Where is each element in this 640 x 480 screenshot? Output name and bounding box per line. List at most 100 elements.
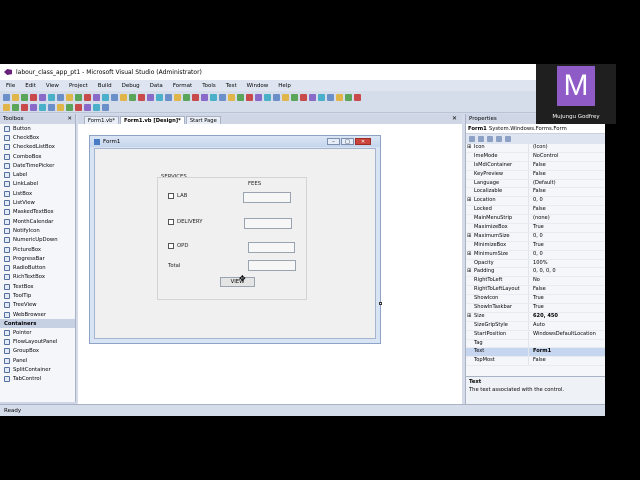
toolbar-button-icon[interactable] [165, 93, 172, 101]
property-row-size[interactable]: ⊞ Size 620, 450 [466, 312, 605, 322]
toolbar-button-icon[interactable] [174, 93, 181, 101]
property-row-text[interactable]: Text Form1 [466, 348, 605, 358]
menu-tools[interactable]: Tools [202, 83, 216, 89]
property-value[interactable]: False [528, 206, 605, 215]
menu-edit[interactable]: Edit [25, 83, 36, 89]
toolbox-item-checkedlistbox[interactable]: CheckedListBox [0, 143, 75, 152]
toolbar-button-icon[interactable] [273, 93, 280, 101]
toolbar-button-icon[interactable] [57, 93, 64, 101]
tab-form1-design[interactable]: Form1.vb [Design]* [119, 116, 185, 124]
property-row-padding[interactable]: ⊞ Padding 0, 0, 0, 0 [466, 268, 605, 278]
toolbox-item-treeview[interactable]: TreeView [0, 301, 75, 310]
toolbar-button-icon[interactable] [201, 93, 208, 101]
expand-icon[interactable]: ⊞ [467, 268, 471, 274]
property-value[interactable]: 0, 0, 0, 0 [528, 268, 605, 277]
toolbar-button-icon[interactable] [300, 93, 307, 101]
property-value[interactable]: True [528, 295, 605, 304]
toolbox-item-linklabel[interactable]: LinkLabel [0, 180, 75, 189]
toolbar-button-icon[interactable] [228, 93, 235, 101]
delivery-fee-textbox[interactable] [244, 218, 292, 229]
form1-design-window[interactable]: Form1 – □ ✕ SERVICES FEES LAB DELIVERY O… [89, 135, 381, 344]
view-button[interactable]: VIEW [220, 277, 255, 287]
toolbar-button-icon[interactable] [57, 103, 64, 111]
properties-icon[interactable] [487, 136, 493, 142]
property-row-opacity[interactable]: Opacity 100% [466, 259, 605, 269]
property-value[interactable]: False [528, 188, 605, 197]
toolbox-item-richtextbox[interactable]: RichTextBox [0, 273, 75, 282]
opd-fee-textbox[interactable] [248, 242, 295, 253]
expand-icon[interactable]: ⊞ [467, 233, 471, 239]
total-textbox[interactable] [248, 260, 296, 271]
property-value[interactable]: Form1 [528, 348, 605, 357]
toolbar-button-icon[interactable] [102, 93, 109, 101]
toolbar-button-icon[interactable] [93, 93, 100, 101]
property-value[interactable]: Auto [528, 321, 605, 330]
menu-project[interactable]: Project [69, 83, 88, 89]
toolbox-item-picturebox[interactable]: PictureBox [0, 245, 75, 254]
resize-handle-right[interactable] [379, 302, 382, 305]
property-row-righttoleft[interactable]: RightToLeft No [466, 277, 605, 287]
lab-checkbox-label[interactable]: LAB [177, 193, 187, 199]
toolbox-item-webbrowser[interactable]: WebBrowser [0, 310, 75, 319]
toolbox-item-notifyicon[interactable]: NotifyIcon [0, 226, 75, 235]
toolbox-item-panel[interactable]: Panel [0, 356, 75, 365]
property-value[interactable]: 0, 0 [528, 197, 605, 206]
property-value[interactable]: 100% [528, 259, 605, 268]
property-value[interactable]: True [528, 304, 605, 312]
toolbar-button-icon[interactable] [291, 93, 298, 101]
toolbar-button-icon[interactable] [264, 93, 271, 101]
toolbox-item-tabcontrol[interactable]: TabControl [0, 375, 75, 384]
property-row-keypreview[interactable]: KeyPreview False [466, 170, 605, 180]
fees-label[interactable]: FEES [248, 181, 261, 187]
property-value[interactable]: False [528, 357, 605, 366]
property-row-imemode[interactable]: ImeMode NoControl [466, 152, 605, 162]
toolbox-item-radiobutton[interactable]: RadioButton [0, 263, 75, 272]
property-value[interactable]: True [528, 241, 605, 250]
menu-format[interactable]: Format [173, 83, 192, 89]
toolbar-button-icon[interactable] [138, 93, 145, 101]
toolbar-button-icon[interactable] [237, 93, 244, 101]
property-value[interactable]: True [528, 224, 605, 232]
toolbar-button-icon[interactable] [21, 103, 28, 111]
property-row-minimizebox[interactable]: MinimizeBox True [466, 241, 605, 251]
expand-icon[interactable]: ⊞ [467, 251, 471, 257]
alphabetical-icon[interactable] [478, 136, 484, 142]
property-row-maximumsize[interactable]: ⊞ MaximumSize 0, 0 [466, 232, 605, 242]
property-value[interactable] [528, 339, 605, 348]
menu-test[interactable]: Test [226, 83, 237, 89]
toolbar-button-icon[interactable] [12, 103, 19, 111]
toolbar-button-icon[interactable] [30, 93, 37, 101]
property-value[interactable]: (Default) [528, 179, 605, 188]
total-label[interactable]: Total [168, 263, 180, 269]
property-value[interactable]: 0, 0 [528, 250, 605, 259]
toolbar-button-icon[interactable] [102, 103, 109, 111]
menu-help[interactable]: Help [278, 83, 291, 89]
toolbox-item-progressbar[interactable]: ProgressBar [0, 254, 75, 263]
property-row-showintaskbar[interactable]: ShowInTaskbar True [466, 304, 605, 313]
toolbar-button-icon[interactable] [66, 103, 73, 111]
property-row-minimumsize[interactable]: ⊞ MinimumSize 0, 0 [466, 250, 605, 260]
toolbar-button-icon[interactable] [255, 93, 262, 101]
property-row-mainmenustrip[interactable]: MainMenuStrip (none) [466, 215, 605, 225]
toolbar-button-icon[interactable] [84, 93, 91, 101]
toolbar-button-icon[interactable] [192, 93, 199, 101]
toolbar-button-icon[interactable] [219, 93, 226, 101]
toolbox-group-containers[interactable]: Containers [0, 319, 75, 329]
toolbar-button-icon[interactable] [327, 93, 334, 101]
toolbox-item-label[interactable]: Label [0, 170, 75, 179]
toolbar-button-icon[interactable] [282, 93, 289, 101]
toolbar-button-icon[interactable] [309, 93, 316, 101]
expand-icon[interactable]: ⊞ [467, 197, 471, 203]
toolbar-button-icon[interactable] [120, 93, 127, 101]
close-icon[interactable]: ✕ [452, 115, 457, 122]
toolbox-item-pointer[interactable]: Pointer [0, 328, 75, 337]
opd-checkbox[interactable] [168, 243, 174, 249]
opd-checkbox-label[interactable]: OPD [177, 243, 188, 249]
toolbox-item-groupbox[interactable]: GroupBox [0, 347, 75, 356]
close-icon[interactable]: ✕ [67, 116, 72, 122]
menu-debug[interactable]: Debug [122, 83, 140, 89]
toolbar-button-icon[interactable] [210, 93, 217, 101]
toolbox-item-textbox[interactable]: TextBox [0, 282, 75, 291]
lab-fee-textbox[interactable] [243, 192, 291, 203]
property-pages-icon[interactable] [505, 136, 511, 142]
